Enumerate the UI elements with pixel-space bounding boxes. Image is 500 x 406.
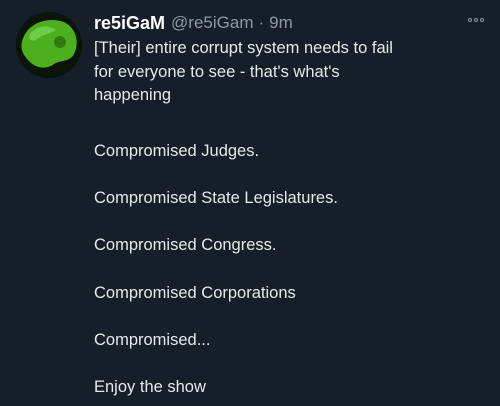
tweet-text-line: Compromised... <box>94 331 211 349</box>
tweet-text-line: for everyone to see - that's what's <box>94 62 340 81</box>
tweet-text-line: Compromised Judges. <box>94 142 260 160</box>
tweet-text-line: Compromised Corporations <box>94 284 296 302</box>
tweet-card[interactable]: re5iGaM @re5iGam · 9m [Their] entire cor… <box>0 0 500 406</box>
tweet-body: [Their] entire corrupt system needs to f… <box>94 37 482 108</box>
tweet-text-line: Enjoy the show <box>94 378 206 396</box>
more-options-icon[interactable] <box>468 18 484 22</box>
tweet-text-line: Compromised State Legislatures. <box>94 189 338 207</box>
tweet-text-line: happening <box>94 86 172 104</box>
tweet-text-line: [Their] entire corrupt system needs to f… <box>94 39 393 57</box>
display-name[interactable]: re5iGaM <box>94 13 165 34</box>
avatar-image <box>16 12 82 78</box>
tweet-header: re5iGaM @re5iGam · 9m <box>94 10 484 36</box>
avatar[interactable] <box>16 12 82 78</box>
user-handle[interactable]: @re5iGam <box>171 13 253 33</box>
tweet-text-line: Compromised Congress. <box>94 236 277 254</box>
timestamp[interactable]: 9m <box>269 13 293 33</box>
separator-dot: · <box>258 13 265 32</box>
